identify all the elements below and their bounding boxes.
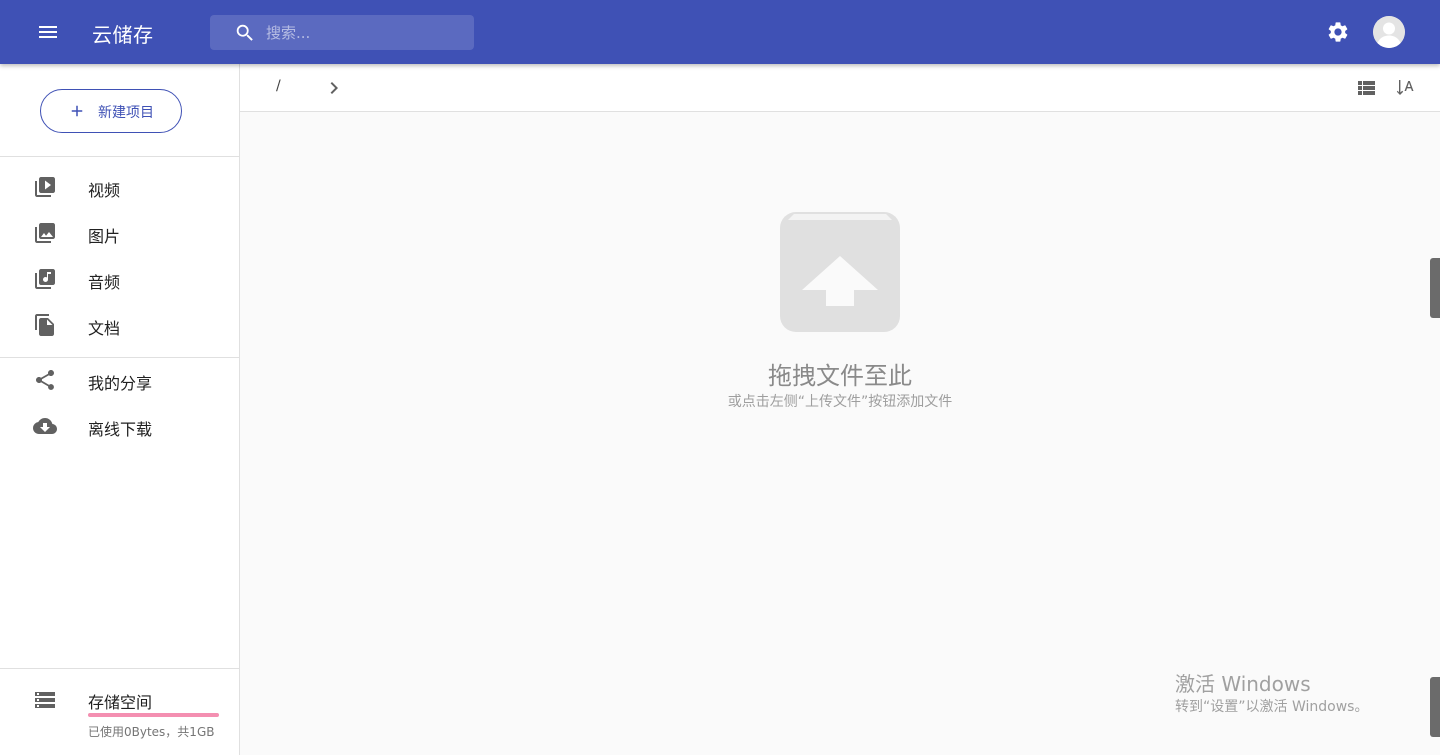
cloud-download-icon <box>33 418 57 434</box>
video-library-icon <box>35 177 55 197</box>
file-toolbar: / <box>240 64 1440 112</box>
share-icon <box>36 370 54 390</box>
breadcrumb-root[interactable]: / <box>276 78 281 94</box>
gear-icon <box>1328 22 1348 42</box>
storage-progress-bar <box>88 713 219 717</box>
library-music-icon <box>35 269 55 289</box>
sidebar-item-images[interactable]: 图片 <box>0 210 239 256</box>
new-item-label: 新建项目 <box>98 105 154 121</box>
search-input[interactable] <box>266 15 466 50</box>
storage-icon <box>35 692 55 708</box>
user-avatar-icon <box>1373 16 1405 48</box>
sidebar-item-label: 离线下载 <box>88 420 153 439</box>
sidebar-item-audio[interactable]: 音频 <box>0 256 239 302</box>
sidebar-item-my-shares[interactable]: 我的分享 <box>0 357 239 403</box>
sidebar-item-label: 图片 <box>88 227 121 246</box>
menu-icon <box>39 26 57 38</box>
activation-watermark-subtitle: 转到“设置”以激活 Windows。 <box>1175 699 1369 715</box>
search-icon <box>236 24 253 41</box>
sort-by-alpha-icon[interactable] <box>1395 76 1419 100</box>
activation-watermark-title: 激活 Windows <box>1175 672 1311 696</box>
view-list-icon[interactable] <box>1354 76 1378 100</box>
search-box[interactable] <box>210 15 474 50</box>
sidebar-item-label: 文档 <box>88 319 121 338</box>
plus-icon <box>71 105 83 117</box>
app-bar: 云储存 <box>0 0 1440 64</box>
empty-state-title: 拖拽文件至此 <box>768 362 912 390</box>
sidebar-item-video[interactable]: 视频 <box>0 164 239 210</box>
sidebar-item-offline-download[interactable]: 离线下载 <box>0 403 239 449</box>
upload-archive-icon <box>780 212 900 332</box>
sidebar: 新建项目 视频 图片 音频 文档 我的分享 离线下载 存储空间 已使用0Byte… <box>0 64 240 755</box>
edge-widget-bottom[interactable] <box>1430 677 1440 737</box>
avatar[interactable] <box>1373 16 1405 48</box>
file-copy-icon <box>35 314 54 336</box>
empty-state-subtitle: 或点击左侧“上传文件”按钮添加文件 <box>727 394 953 410</box>
sidebar-item-label: 音频 <box>88 273 121 292</box>
sidebar-item-label: 我的分享 <box>88 374 153 393</box>
app-title: 云储存 <box>92 23 154 47</box>
storage-usage-text: 已使用0Bytes，共1GB <box>88 725 215 739</box>
sidebar-item-documents[interactable]: 文档 <box>0 302 239 348</box>
photo-library-icon <box>35 223 55 243</box>
storage-title: 存储空间 <box>88 693 153 712</box>
chevron-right-icon[interactable] <box>322 76 346 100</box>
edge-widget-top[interactable] <box>1430 258 1440 318</box>
settings-button[interactable] <box>1322 16 1354 48</box>
sidebar-divider <box>0 156 239 157</box>
storage-panel[interactable]: 存储空间 已使用0Bytes，共1GB <box>0 669 239 755</box>
new-item-button[interactable]: 新建项目 <box>40 89 182 133</box>
menu-button[interactable] <box>28 12 68 52</box>
sidebar-item-label: 视频 <box>88 181 121 200</box>
